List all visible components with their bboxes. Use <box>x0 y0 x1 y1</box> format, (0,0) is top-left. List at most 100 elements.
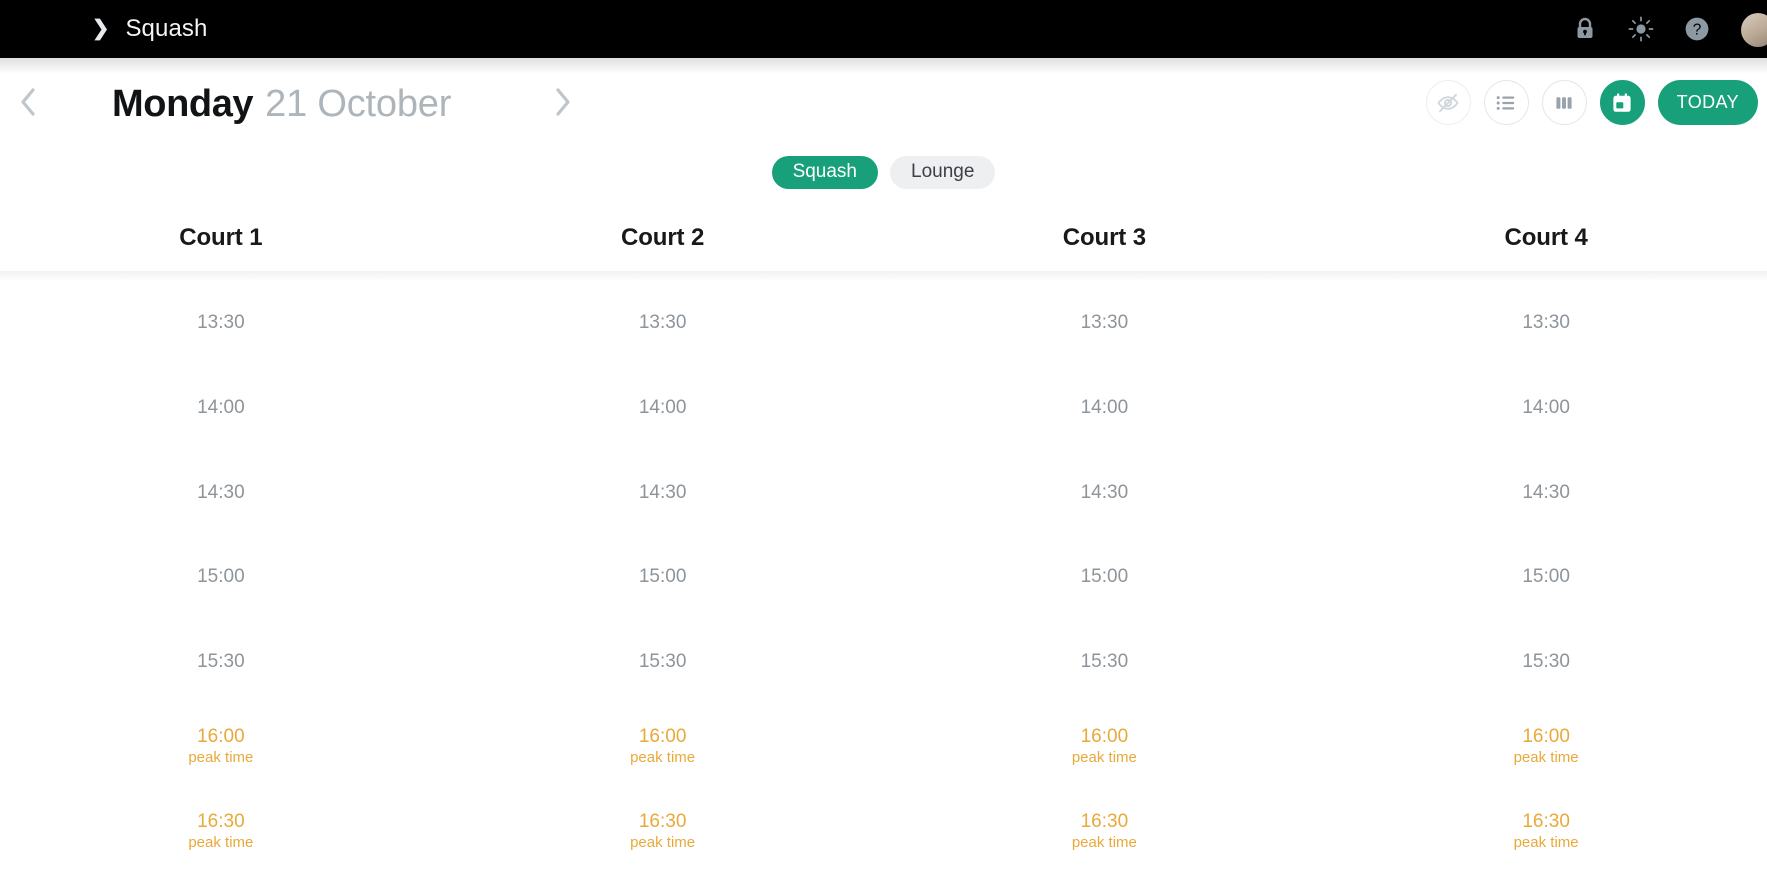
booking-slot-grid: 13:30 14:00 14:30 15:00 15:30 16:00 peak time 1… <box>0 281 1767 873</box>
svg-text:?: ? <box>1693 21 1702 38</box>
booking-slot[interactable]: 16:30 peak time <box>442 788 884 873</box>
court-header-label: Court 3 <box>1062 224 1147 251</box>
booking-slot[interactable]: 14:00 <box>884 366 1326 451</box>
slot-time-label: 14:00 <box>1522 396 1570 418</box>
booking-slot[interactable]: 13:30 <box>0 281 442 366</box>
slot-time-label: 15:00 <box>197 566 245 588</box>
court-column-2: 13:30 14:00 14:30 15:00 15:30 16:00 peak time 1… <box>442 281 884 873</box>
court-header-2: Court 2 <box>442 205 884 271</box>
slot-time-label: 14:30 <box>1080 481 1129 503</box>
page-title: Monday 21 October <box>112 82 451 126</box>
slot-peak-time-label: peak time <box>1071 748 1137 766</box>
next-day-button[interactable] <box>542 82 582 122</box>
slot-time-label: 14:00 <box>197 396 245 418</box>
slot-time-label: 15:30 <box>638 650 687 672</box>
booking-slot[interactable]: 16:00 peak time <box>884 704 1326 789</box>
court-header-4: Court 4 <box>1325 205 1767 271</box>
user-avatar[interactable] <box>1741 11 1767 47</box>
booking-slot[interactable]: 15:30 <box>1325 619 1767 704</box>
slot-time-label: 15:00 <box>638 566 687 588</box>
slot-time-label: 16:30 <box>1522 810 1570 832</box>
slot-peak-time-label: peak time <box>1513 748 1579 766</box>
court-column-3: 13:30 14:00 14:30 15:00 15:30 16:00 peak time 1… <box>884 281 1326 873</box>
booking-slot[interactable]: 14:00 <box>442 366 884 451</box>
booking-slot[interactable]: 15:00 <box>0 535 442 620</box>
slot-peak-time-label: peak time <box>1071 833 1137 851</box>
booking-slot[interactable]: 14:00 <box>1325 366 1767 451</box>
booking-slot[interactable]: 16:30 peak time <box>884 788 1326 873</box>
slot-time-label: 16:00 <box>197 726 245 748</box>
lock-icon[interactable] <box>1571 15 1599 43</box>
slot-time-label: 13:30 <box>197 312 245 334</box>
booking-slot[interactable]: 15:00 <box>1325 535 1767 620</box>
booking-slot[interactable]: 13:30 <box>442 281 884 366</box>
booking-slot[interactable]: 14:30 <box>0 450 442 535</box>
booking-slot[interactable]: 15:30 <box>0 619 442 704</box>
booking-slot[interactable]: 14:30 <box>884 450 1326 535</box>
slot-time-label: 16:30 <box>638 810 687 832</box>
slot-time-label: 15:00 <box>1080 566 1129 588</box>
court-header-row: Court 1 Court 2 Court 3 Court 4 <box>0 205 1767 281</box>
slot-time-label: 13:30 <box>1522 312 1570 334</box>
list-view-icon-button[interactable] <box>1483 80 1529 125</box>
court-column-4: 13:30 14:00 14:30 15:00 15:30 16:00 peak time 1… <box>1325 281 1767 873</box>
court-column-1: 13:30 14:00 14:30 15:00 15:30 16:00 peak time 1… <box>0 281 442 873</box>
slot-time-label: 15:30 <box>1522 650 1570 672</box>
previous-day-button[interactable] <box>9 82 49 122</box>
booking-slot[interactable]: 15:00 <box>442 535 884 620</box>
slot-time-label: 16:30 <box>197 810 245 832</box>
booking-slot[interactable]: 14:30 <box>442 450 884 535</box>
slot-time-label: 14:30 <box>1522 481 1570 503</box>
slot-peak-time-label: peak time <box>1513 833 1579 851</box>
slot-peak-time-label: peak time <box>630 833 696 851</box>
booking-slot[interactable]: 16:30 peak time <box>0 788 442 873</box>
date-day-month: 21 October <box>265 82 452 125</box>
hide-cancelled-eye-off-icon-button[interactable] <box>1425 80 1471 125</box>
booking-slot[interactable]: 15:00 <box>884 535 1326 620</box>
brightness-sun-icon[interactable] <box>1627 15 1655 43</box>
court-header-label: Court 2 <box>620 224 705 251</box>
booking-slot[interactable]: 15:30 <box>442 619 884 704</box>
slot-peak-time-label: peak time <box>188 748 254 766</box>
tab-lounge[interactable]: Lounge <box>890 155 996 189</box>
court-header-label: Court 1 <box>179 224 263 251</box>
slot-time-label: 13:30 <box>638 312 687 334</box>
help-icon[interactable]: ? <box>1683 15 1711 43</box>
today-button[interactable]: TODAY <box>1657 80 1758 125</box>
tab-squash[interactable]: Squash <box>771 155 879 189</box>
booking-slot[interactable]: 15:30 <box>884 619 1326 704</box>
slot-time-label: 16:00 <box>1080 726 1129 748</box>
slot-time-label: 15:30 <box>1080 650 1129 672</box>
breadcrumb-chevron-right-icon: ❯ <box>91 16 110 40</box>
slot-peak-time-label: peak time <box>188 833 254 851</box>
view-toolbar: TODAY <box>1425 80 1758 125</box>
slot-time-label: 16:30 <box>1080 810 1129 832</box>
court-header-1: Court 1 <box>0 205 442 271</box>
court-header-3: Court 3 <box>884 205 1326 271</box>
slot-time-label: 13:30 <box>1080 312 1129 334</box>
breadcrumb-root[interactable]: Bookings <box>10 20 76 38</box>
slot-time-label: 16:00 <box>1522 726 1570 748</box>
booking-slot[interactable]: 16:00 peak time <box>1325 704 1767 789</box>
court-header-label: Court 4 <box>1504 224 1588 251</box>
booking-slot[interactable]: 16:00 peak time <box>442 704 884 789</box>
booking-slot[interactable]: 14:30 <box>1325 450 1767 535</box>
slot-time-label: 14:30 <box>197 481 245 503</box>
booking-slot[interactable]: 13:30 <box>1325 281 1767 366</box>
slot-peak-time-label: peak time <box>630 748 696 766</box>
top-header-bar: Bookings ❯ Squash ? <box>0 0 1767 58</box>
date-day-name: Monday <box>112 82 254 125</box>
breadcrumb-current: Squash <box>125 15 208 42</box>
column-view-icon-button[interactable] <box>1541 80 1587 125</box>
calendar-picker-icon-button[interactable] <box>1599 80 1645 125</box>
booking-slot[interactable]: 16:30 peak time <box>1325 788 1767 873</box>
slot-time-label: 14:00 <box>1080 396 1129 418</box>
facility-tabs: Squash Lounge <box>0 152 1767 192</box>
booking-slot[interactable]: 14:00 <box>0 366 442 451</box>
slot-time-label: 15:00 <box>1522 566 1570 588</box>
booking-slot[interactable]: 16:00 peak time <box>0 704 442 789</box>
booking-slot[interactable]: 13:30 <box>884 281 1326 366</box>
date-navigation-bar: Monday 21 October TODAY <box>0 58 1767 145</box>
slot-time-label: 14:30 <box>638 481 687 503</box>
avatar-image <box>1741 13 1767 47</box>
